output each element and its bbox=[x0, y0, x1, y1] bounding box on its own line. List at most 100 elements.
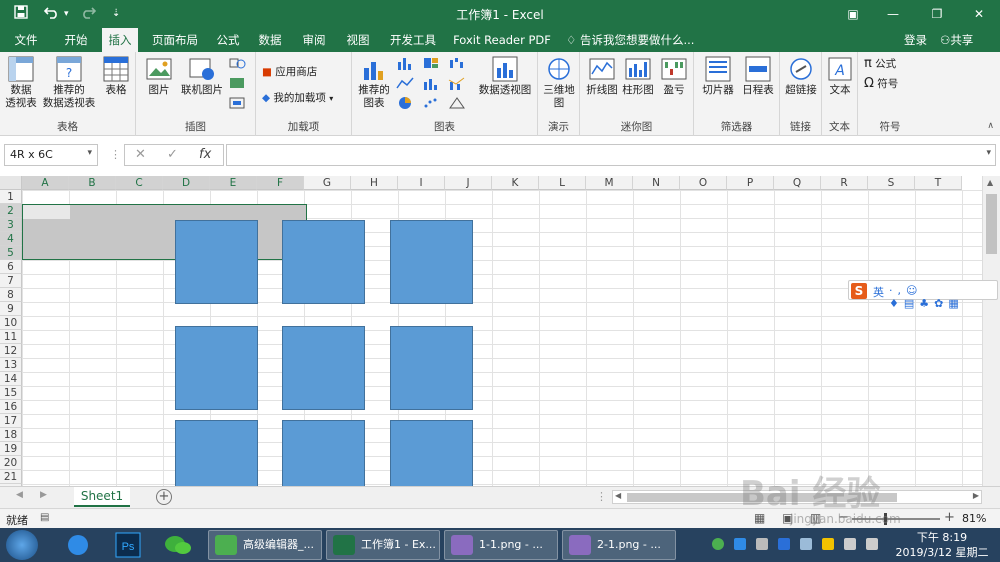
tray-signal-icon[interactable] bbox=[866, 538, 878, 550]
tray-app-icon[interactable] bbox=[800, 538, 812, 550]
cancel-icon[interactable]: ✕ bbox=[135, 147, 146, 162]
tray-network-app-icon[interactable] bbox=[734, 538, 746, 550]
blue-rectangle-shape[interactable] bbox=[282, 420, 365, 486]
row-header[interactable]: 14 bbox=[0, 372, 22, 386]
row-header[interactable]: 10 bbox=[0, 316, 22, 330]
column-header[interactable]: A bbox=[22, 176, 69, 190]
column-header[interactable]: R bbox=[821, 176, 868, 190]
tray-security-icon[interactable] bbox=[822, 538, 834, 550]
row-header[interactable]: 6 bbox=[0, 260, 22, 274]
next-sheet-icon[interactable]: ▶ bbox=[40, 490, 47, 500]
sogou-logo-icon[interactable]: S bbox=[851, 283, 867, 299]
tab-insert[interactable]: 插入 bbox=[102, 28, 138, 52]
row-header[interactable]: 2 bbox=[0, 204, 22, 218]
sparkline-line-button[interactable]: 折线图 bbox=[584, 56, 620, 97]
online-pictures-button[interactable]: 联机图片 bbox=[178, 56, 226, 97]
expand-formula-icon[interactable]: ▾ bbox=[986, 148, 991, 158]
column-header[interactable]: T bbox=[915, 176, 962, 190]
pie-chart-icon[interactable] bbox=[396, 96, 414, 110]
pivotchart-button[interactable]: 数据透视图 bbox=[476, 56, 534, 97]
ime-toolbar[interactable]: S 英 ·,☺♦▤♣✿▦ bbox=[848, 280, 998, 310]
blue-rectangle-shape[interactable] bbox=[390, 326, 473, 410]
row-header[interactable]: 18 bbox=[0, 428, 22, 442]
taskbar-item-paint-1[interactable]: 1-1.png - ... bbox=[444, 530, 558, 560]
column-header[interactable]: G bbox=[304, 176, 351, 190]
surface-chart-icon[interactable] bbox=[448, 96, 466, 110]
smartart-icon[interactable] bbox=[228, 76, 246, 90]
name-box-dropdown-icon[interactable]: ▾ bbox=[87, 148, 92, 158]
tab-foxit[interactable]: Foxit Reader PDF bbox=[450, 28, 554, 52]
column-header[interactable]: L bbox=[539, 176, 586, 190]
prev-sheet-icon[interactable]: ◀ bbox=[16, 490, 23, 500]
baidu-netdisk-icon[interactable] bbox=[58, 530, 98, 560]
insert-function-icon[interactable]: fx bbox=[199, 147, 211, 162]
zoom-level[interactable]: 81% bbox=[962, 512, 986, 525]
collapse-ribbon-icon[interactable]: ∧ bbox=[987, 121, 994, 131]
ime-tool-icons[interactable]: ·,☺♦▤♣✿▦ bbox=[889, 284, 997, 310]
row-header[interactable]: 12 bbox=[0, 344, 22, 358]
tell-me-search[interactable]: ♢ 告诉我您想要做什么... bbox=[566, 28, 696, 52]
tab-home[interactable]: 开始 bbox=[56, 28, 96, 52]
blue-rectangle-shape[interactable] bbox=[175, 420, 258, 486]
column-header[interactable]: J bbox=[445, 176, 492, 190]
row-header[interactable]: 5 bbox=[0, 246, 22, 260]
column-header[interactable]: O bbox=[680, 176, 727, 190]
line-chart-icon[interactable] bbox=[396, 76, 414, 90]
row-header[interactable]: 20 bbox=[0, 456, 22, 470]
row-header[interactable]: 3 bbox=[0, 218, 22, 232]
column-header[interactable]: E bbox=[210, 176, 257, 190]
column-header[interactable]: F bbox=[257, 176, 304, 190]
active-cell[interactable] bbox=[23, 205, 70, 219]
blue-rectangle-shape[interactable] bbox=[175, 326, 258, 410]
column-header[interactable]: P bbox=[727, 176, 774, 190]
table-button[interactable]: 表格 bbox=[100, 56, 132, 97]
column-header[interactable]: S bbox=[868, 176, 915, 190]
ime-mode-label[interactable]: 英 bbox=[873, 284, 884, 300]
tab-view[interactable]: 视图 bbox=[340, 28, 376, 52]
name-box[interactable]: 4R x 6C ▾ bbox=[4, 144, 98, 166]
system-clock[interactable]: 下午 8:19 2019/3/12 星期二 bbox=[886, 530, 998, 560]
formula-input[interactable]: ▾ bbox=[226, 144, 996, 166]
tray-bluetooth-icon[interactable] bbox=[778, 538, 790, 550]
row-header[interactable]: 8 bbox=[0, 288, 22, 302]
close-button[interactable]: ✕ bbox=[964, 3, 994, 25]
hierarchy-chart-icon[interactable] bbox=[422, 56, 440, 70]
minimize-button[interactable]: — bbox=[878, 3, 908, 25]
scatter-chart-icon[interactable] bbox=[422, 96, 440, 110]
sheet-tab-sheet1[interactable]: Sheet1 bbox=[74, 487, 130, 507]
tray-green-icon[interactable] bbox=[712, 538, 724, 550]
tab-file[interactable]: 文件 bbox=[6, 28, 46, 52]
waterfall-chart-icon[interactable] bbox=[448, 56, 466, 70]
text-button[interactable]: A 文本 bbox=[824, 56, 856, 97]
worksheet-grid[interactable]: ABCDEFGHIJKLMNOPQRST 1 2 3 4 5 6 7 8 9 10 11 12 13 14… bbox=[0, 176, 1000, 486]
sparkline-winloss-button[interactable]: 盈亏 bbox=[658, 56, 690, 97]
symbol-button[interactable]: Ω 符号 bbox=[864, 76, 898, 92]
screenshot-icon[interactable] bbox=[228, 96, 246, 110]
macro-record-icon[interactable]: ▤ bbox=[40, 512, 49, 523]
tab-data[interactable]: 数据 bbox=[252, 28, 288, 52]
column-header[interactable]: D bbox=[163, 176, 210, 190]
column-header[interactable]: M bbox=[586, 176, 633, 190]
tab-developer[interactable]: 开发工具 bbox=[384, 28, 442, 52]
start-button[interactable] bbox=[6, 530, 38, 560]
tab-splitter-icon[interactable]: ⋮ bbox=[596, 490, 607, 503]
restore-button[interactable]: ❐ bbox=[922, 3, 952, 25]
column-header[interactable]: C bbox=[116, 176, 163, 190]
row-header[interactable]: 9 bbox=[0, 302, 22, 316]
row-header[interactable]: 16 bbox=[0, 400, 22, 414]
enter-icon[interactable]: ✓ bbox=[167, 147, 178, 162]
my-addins-button[interactable]: ◆ 我的加载项 ▾ bbox=[262, 90, 333, 107]
row-header[interactable]: 11 bbox=[0, 330, 22, 344]
tab-review[interactable]: 审阅 bbox=[296, 28, 332, 52]
recommended-pivot-button[interactable]: ? 推荐的 数据透视表 bbox=[40, 56, 98, 110]
taskbar-item-paint-2[interactable]: 2-1.png - ... bbox=[562, 530, 676, 560]
sparkline-column-button[interactable]: 柱形图 bbox=[620, 56, 656, 97]
blue-rectangle-shape[interactable] bbox=[390, 220, 473, 304]
tray-volume-icon[interactable] bbox=[756, 538, 768, 550]
column-header[interactable]: H bbox=[351, 176, 398, 190]
row-header[interactable]: 13 bbox=[0, 358, 22, 372]
row-header[interactable]: 17 bbox=[0, 414, 22, 428]
scroll-left-icon[interactable]: ◀ bbox=[615, 491, 621, 500]
timeline-button[interactable]: 日程表 bbox=[738, 56, 778, 97]
zoom-in-icon[interactable]: + bbox=[944, 510, 955, 525]
